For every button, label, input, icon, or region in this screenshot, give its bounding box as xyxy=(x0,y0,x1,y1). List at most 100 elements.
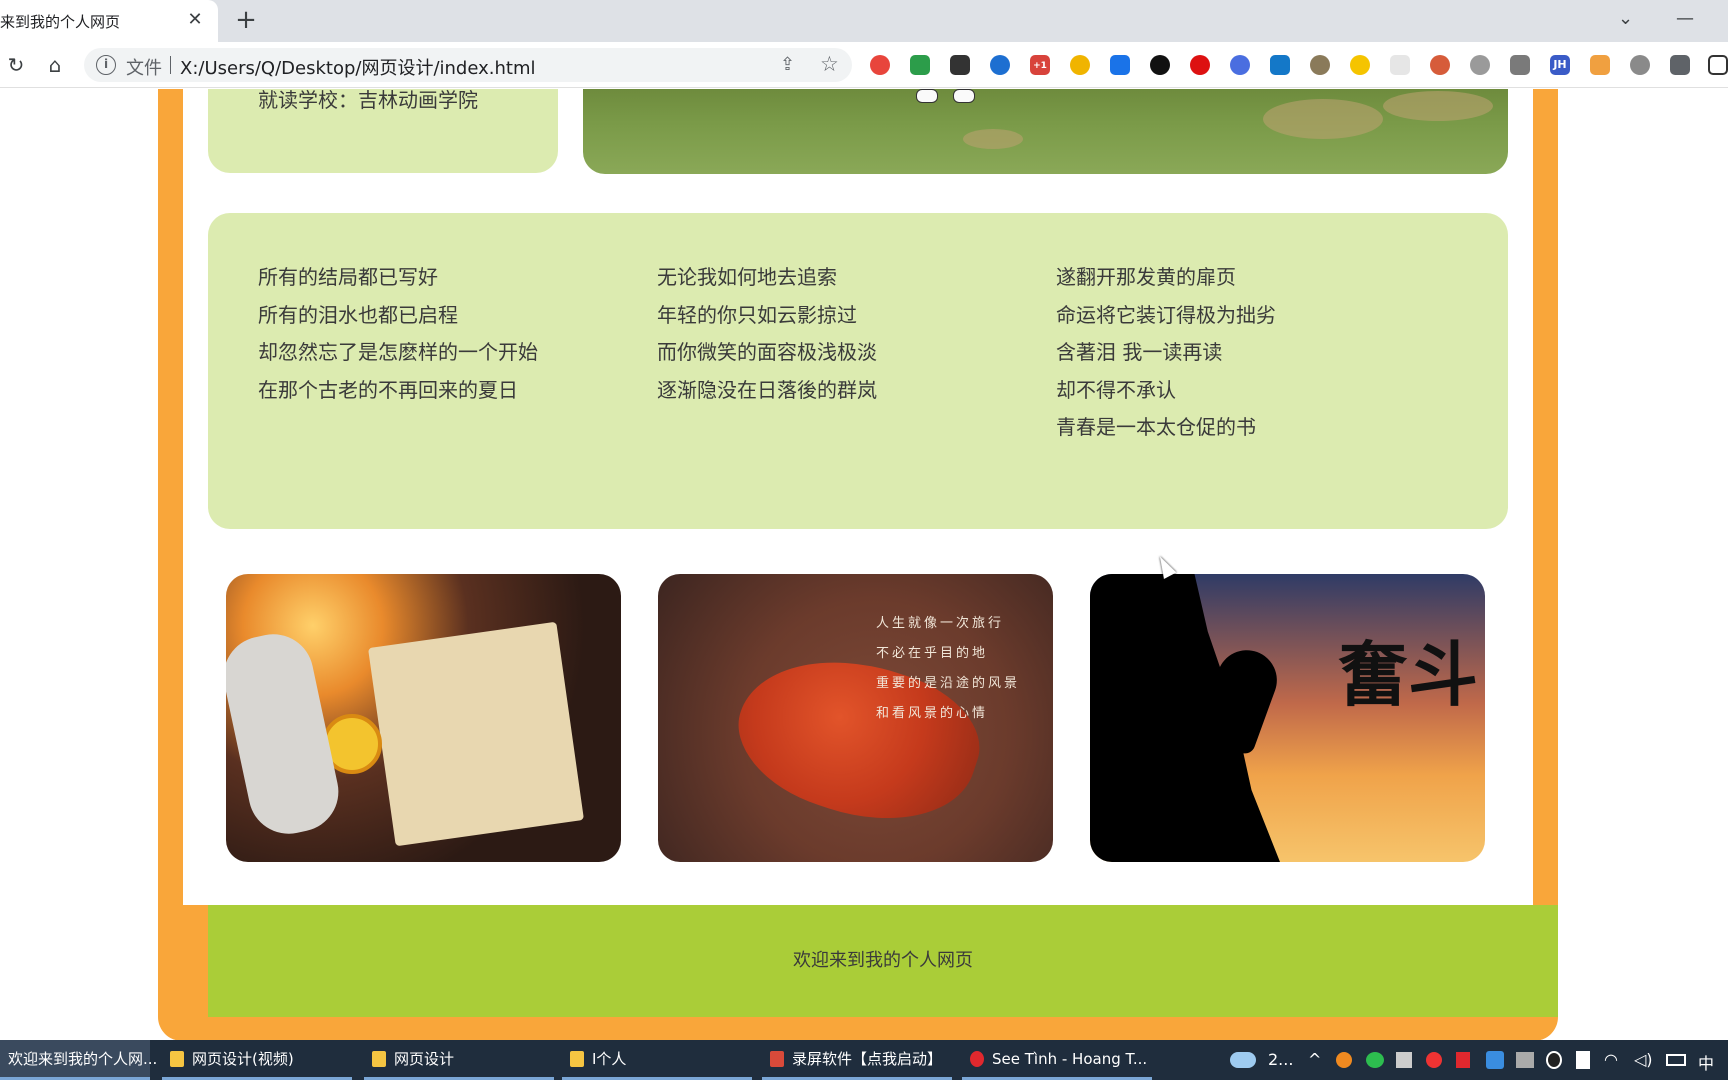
taskbar-item-video-folder[interactable]: 网页设计(视频) xyxy=(162,1040,352,1080)
poem-line: 所有的结局都已写好 xyxy=(258,265,438,289)
climber-photo: 奮斗 xyxy=(1090,574,1485,862)
tab-title: 来到我的个人网页 xyxy=(0,12,121,31)
camera-extension-icon[interactable] xyxy=(1510,55,1530,75)
record-tray-icon[interactable] xyxy=(1426,1052,1442,1068)
new-tab-button[interactable]: + xyxy=(232,6,260,34)
openai-extension-icon[interactable] xyxy=(1150,55,1170,75)
site-info-icon[interactable]: i xyxy=(96,55,116,75)
page-frame: 就读学校：吉林动画学院 所有的结局都已写好 所有的泪水也都已启程 却忽然忘了是怎… xyxy=(158,88,1558,1041)
weather-icon[interactable] xyxy=(1230,1052,1256,1068)
taskbar-item-label: 网页设计(视频) xyxy=(192,1050,294,1068)
red-leaf xyxy=(720,630,996,848)
side-panel-icon[interactable] xyxy=(1708,55,1728,75)
poem-line: 却忽然忘了是怎麽样的一个开始 xyxy=(258,340,538,364)
address-bar[interactable]: i 文件 X:/Users/Q/Desktop/网页设计/index.html … xyxy=(84,48,852,82)
poem-line: 命运将它装订得极为拙劣 xyxy=(1056,302,1276,327)
search-extension-icon[interactable] xyxy=(990,55,1010,75)
poem-line: 而你微笑的面容极浅极淡 xyxy=(657,340,877,364)
terminal-extension-icon[interactable] xyxy=(950,55,970,75)
grammar-extension-icon[interactable] xyxy=(1230,55,1250,75)
extension-badge: +1 xyxy=(1033,61,1047,71)
poem-line: 所有的泪水也都已启程 xyxy=(258,302,458,327)
school-info: 就读学校：吉林动画学院 xyxy=(258,88,478,112)
poem-card: 所有的结局都已写好 所有的泪水也都已启程 却忽然忘了是怎麽样的一个开始 在那个古… xyxy=(208,213,1508,529)
flag-tray-icon[interactable] xyxy=(1576,1051,1590,1069)
close-tab-icon[interactable]: ✕ xyxy=(184,9,206,31)
leaf-photo-caption: 和看风景的心情 xyxy=(876,706,989,721)
volume-app-tray-icon[interactable] xyxy=(1456,1052,1470,1068)
tray-chevron-icon[interactable]: ^ xyxy=(1308,1050,1321,1069)
grass-patch xyxy=(963,129,1023,149)
qq-tray-icon[interactable] xyxy=(1546,1051,1562,1069)
omnibox-divider xyxy=(170,56,171,74)
info-card: 就读学校：吉林动画学院 xyxy=(208,88,558,173)
ime-indicator[interactable]: 中 xyxy=(1698,1050,1714,1074)
adblock-extension-icon[interactable] xyxy=(1190,55,1210,75)
shield-extension-icon[interactable] xyxy=(910,55,930,75)
taskbar-item-label: 欢迎来到我的个人网... xyxy=(8,1050,158,1068)
footer: 欢迎来到我的个人网页 xyxy=(208,905,1558,1017)
taskbar-item-label: 网页设计 xyxy=(394,1050,455,1068)
recorder-icon xyxy=(770,1050,784,1067)
poem-line: 却不得不承认 xyxy=(1056,377,1176,402)
poem-line: 含著泪 我一读再读 xyxy=(1056,340,1223,364)
brush-calligraphy: 奮斗 xyxy=(1338,633,1478,716)
leaf-photo-caption: 重要的是沿途的风景 xyxy=(876,676,1021,691)
wechat-tray-icon[interactable] xyxy=(1366,1052,1384,1068)
y-extension-icon[interactable] xyxy=(1270,55,1290,75)
poem-line: 青春是一本太仓促的书 xyxy=(1056,415,1256,439)
taskbar-item-personal-folder[interactable]: I个人 xyxy=(562,1040,752,1080)
puzzle-extensions-icon[interactable] xyxy=(1670,55,1690,75)
capture-tray-icon[interactable] xyxy=(1396,1052,1412,1068)
blue-tray-icon[interactable] xyxy=(1486,1051,1504,1069)
orange-extension-icon[interactable] xyxy=(1590,55,1610,75)
footer-text: 欢迎来到我的个人网页 xyxy=(793,950,973,971)
smile-extension-icon[interactable] xyxy=(1350,55,1370,75)
leaf-photo-caption: 人生就像一次旅行 xyxy=(876,616,1005,631)
reload-icon[interactable]: ↻ xyxy=(4,53,28,77)
poem-column-2: 无论我如何地去追索 年轻的你只如云影掠过 而你微笑的面容极浅极淡 逐渐隐没在日落… xyxy=(657,259,877,409)
speaker-icon[interactable]: ◁) xyxy=(1634,1050,1653,1069)
open-book xyxy=(368,621,584,847)
poem-line: 年轻的你只如云影掠过 xyxy=(657,302,857,327)
battery-icon[interactable] xyxy=(1666,1054,1686,1066)
chrome-color-extension-icon[interactable] xyxy=(1070,55,1090,75)
taskbar-item-music[interactable]: See Tình - Hoang T... xyxy=(962,1040,1152,1080)
minimize-icon[interactable]: — xyxy=(1676,8,1694,29)
gear-extension-icon[interactable] xyxy=(1630,55,1650,75)
taskbar-item-recorder[interactable]: 录屏软件【点我启动】 xyxy=(762,1040,952,1080)
scheme-label: 文件 xyxy=(126,58,162,79)
shoe-icon xyxy=(916,89,938,103)
grass-patch xyxy=(1383,91,1493,121)
chrome-extension-icon[interactable] xyxy=(870,55,890,75)
music-icon xyxy=(970,1050,984,1067)
tab-search-chevron-icon[interactable]: ⌄ xyxy=(1618,8,1633,29)
blank-extension-icon[interactable] xyxy=(1390,55,1410,75)
taskbar-item-label: 录屏软件【点我启动】 xyxy=(792,1050,943,1068)
poem-line: 在那个古老的不再回来的夏日 xyxy=(258,377,518,402)
tree-extension-icon[interactable] xyxy=(1430,55,1450,75)
download-extension-icon[interactable] xyxy=(1110,55,1130,75)
tab-strip: 来到我的个人网页 ✕ + ⌄ — xyxy=(0,0,1728,42)
calendar-extension-icon[interactable]: +1 xyxy=(1030,55,1050,75)
bookmark-star-icon[interactable]: ☆ xyxy=(820,52,839,76)
reading-book-photo xyxy=(226,574,621,862)
share-icon[interactable]: ⇪ xyxy=(780,54,795,75)
url-text[interactable]: X:/Users/Q/Desktop/网页设计/index.html xyxy=(180,54,536,80)
wifi-icon[interactable]: ◠ xyxy=(1604,1050,1618,1069)
jh-extension-icon[interactable]: JH xyxy=(1550,55,1570,75)
red-leaf-photo: 人生就像一次旅行 不必在乎目的地 重要的是沿途的风景 和看风景的心情 xyxy=(658,574,1053,862)
poem-line: 逐渐隐没在日落後的群岚 xyxy=(657,377,877,402)
taskbar-item-label: See Tình - Hoang T... xyxy=(992,1049,1148,1068)
folder-icon xyxy=(170,1050,184,1067)
weather-text[interactable]: 2... xyxy=(1268,1050,1293,1069)
display-tray-icon[interactable] xyxy=(1516,1052,1534,1068)
cloud-extension-icon[interactable] xyxy=(1470,55,1490,75)
home-icon[interactable]: ⌂ xyxy=(43,53,67,77)
search-tray-icon[interactable] xyxy=(1336,1052,1352,1068)
owl-extension-icon[interactable] xyxy=(1310,55,1330,75)
taskbar-item-browser[interactable]: 欢迎来到我的个人网... xyxy=(0,1040,157,1080)
browser-tab[interactable]: 来到我的个人网页 ✕ xyxy=(0,0,218,42)
taskbar-item-webdesign-folder[interactable]: 网页设计 xyxy=(364,1040,554,1080)
hero-photo xyxy=(583,89,1508,174)
